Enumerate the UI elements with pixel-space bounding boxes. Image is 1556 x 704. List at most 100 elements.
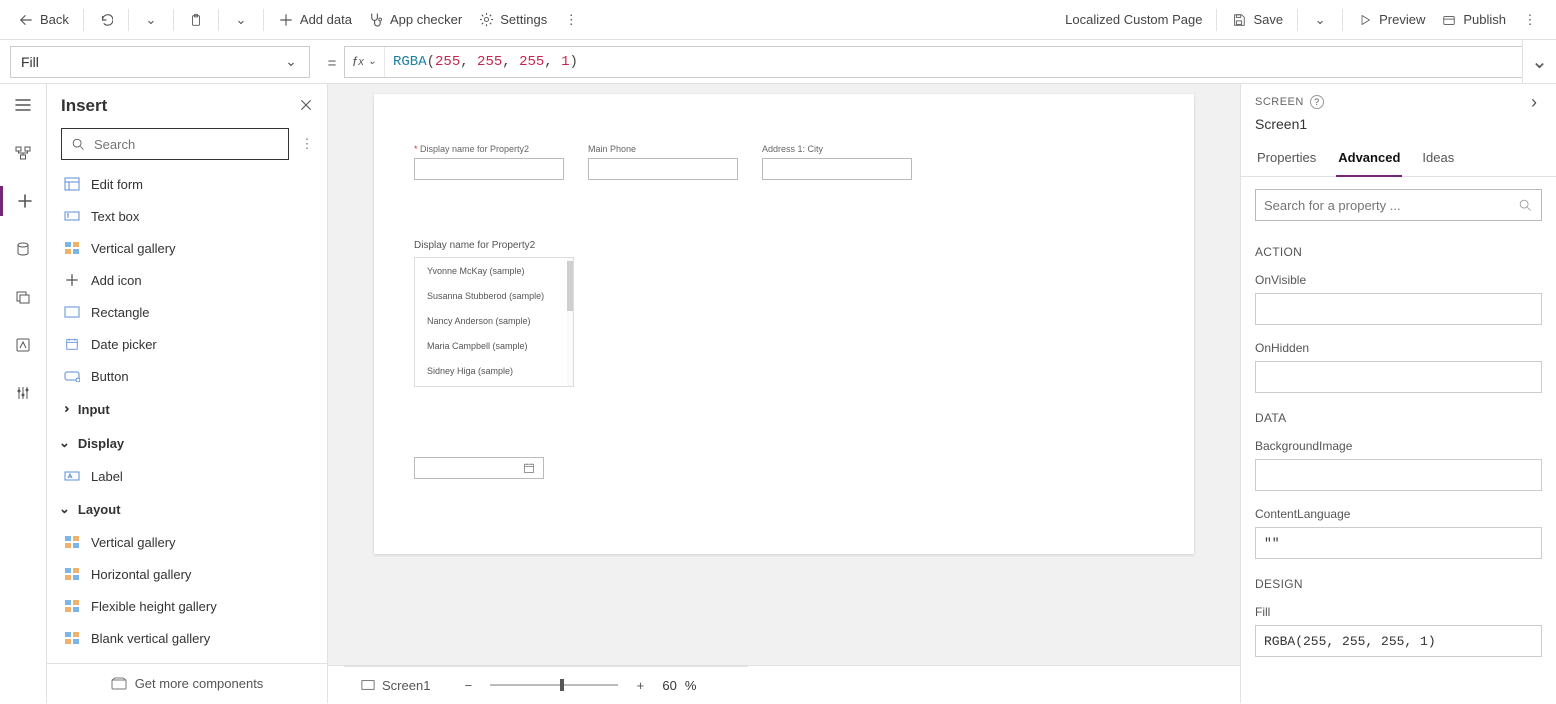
prop-bgimage-input[interactable] (1255, 459, 1542, 491)
fx-button[interactable]: fx⌄ (345, 47, 385, 77)
insert-item[interactable]: Vertical gallery (47, 526, 327, 558)
tab-advanced[interactable]: Advanced (1336, 144, 1402, 177)
insert-item[interactable]: Rectangle (47, 296, 327, 328)
rail-media[interactable] (0, 282, 46, 312)
insert-item-label: Blank horizontal gallery (91, 663, 225, 664)
property-selector[interactable]: Fill ⌄ (10, 46, 310, 78)
rail-tools[interactable] (0, 378, 46, 408)
fit-screen[interactable] (704, 673, 732, 697)
zoom-in[interactable]: + (626, 673, 654, 697)
chevron-down-icon: ⌄ (283, 54, 299, 70)
save-button[interactable]: Save (1225, 8, 1289, 32)
preview-button[interactable]: Preview (1351, 8, 1431, 32)
prop-onhidden-input[interactable] (1255, 361, 1542, 393)
rail-insert[interactable] (0, 186, 46, 216)
gallery-item[interactable]: Sidney Higa (sample) (415, 358, 573, 383)
insert-item[interactable]: Label (47, 460, 327, 492)
zoom-slider[interactable] (490, 684, 618, 686)
property-search-input[interactable] (1264, 198, 1517, 213)
insert-list[interactable]: Edit formText box Vertical gallery Add ico… (47, 168, 327, 663)
rail-hamburger[interactable] (0, 90, 46, 120)
insert-item[interactable]: Blank horizontal gallery (47, 654, 327, 663)
app-checker-button[interactable]: App checker (362, 8, 468, 32)
insert-item-label: Vertical gallery (91, 535, 176, 550)
zoom-pct: % (685, 678, 697, 693)
insert-item[interactable]: Date picker (47, 328, 327, 360)
insert-item[interactable]: Add icon (47, 264, 327, 296)
status-screen[interactable]: Screen1 (360, 677, 430, 693)
prop-onvisible-label: OnVisible (1255, 267, 1542, 293)
insert-item-label: Vertical gallery (91, 241, 176, 256)
play-icon (1357, 12, 1373, 28)
gallery-item[interactable]: Susanna Stubberod (sample) (415, 283, 573, 308)
section-data: DATA (1255, 403, 1542, 433)
insert-item[interactable]: Button (47, 360, 327, 392)
add-data-button[interactable]: Add data (272, 8, 358, 32)
canvas-screen[interactable]: * Display name for Property2Main PhoneAd… (374, 94, 1194, 554)
insert-item[interactable]: Text box (47, 200, 327, 232)
gallery-item[interactable]: Nancy Anderson (sample) (415, 308, 573, 333)
paste-dropdown[interactable]: ⌄ (227, 8, 255, 32)
insert-more-menu[interactable]: ⋮ (297, 136, 317, 152)
paste-button[interactable] (182, 8, 210, 32)
properties-panel: SCREEN ? › Screen1 Properties Advanced I… (1240, 84, 1556, 703)
field-input[interactable] (588, 158, 738, 180)
field-input[interactable] (414, 158, 564, 180)
rail-data[interactable] (0, 234, 46, 264)
tab-ideas[interactable]: Ideas (1420, 144, 1456, 176)
overflow-right[interactable]: ⋮ (1516, 8, 1544, 32)
gallery-item[interactable]: Maria Campbell (sample) (415, 333, 573, 358)
prop-fill-input[interactable]: RGBA(255, 255, 255, 1) (1255, 625, 1542, 657)
rail-variables[interactable] (0, 330, 46, 360)
publish-button[interactable]: Publish (1435, 8, 1512, 32)
property-search[interactable] (1255, 189, 1542, 221)
top-command-bar: Back ⌄ ⌄ Add data (0, 0, 1556, 40)
back-button[interactable]: Back (12, 8, 75, 32)
zoom-out[interactable]: − (454, 673, 482, 697)
gallery-icon (63, 533, 81, 551)
gallery-scrollbar-thumb[interactable] (567, 261, 573, 311)
formula-expand[interactable]: ⌄ (1522, 40, 1556, 84)
insert-item[interactable]: Edit form (47, 168, 327, 200)
insert-item[interactable]: Horizontal gallery (47, 558, 327, 590)
insert-search[interactable] (61, 128, 289, 160)
calendar-icon (521, 460, 537, 476)
insert-item-label: Button (91, 369, 129, 384)
chevron-right-icon[interactable]: › (1526, 94, 1542, 110)
undo-dropdown[interactable]: ⌄ (137, 8, 165, 32)
formula-input-wrap[interactable]: fx⌄ RGBA(255, 255, 255, 1) (344, 46, 1522, 78)
insert-item[interactable]: Blank vertical gallery (47, 622, 327, 654)
field-input[interactable] (762, 158, 912, 180)
property-name: Fill (21, 54, 39, 70)
get-more-components[interactable]: Get more components (47, 663, 327, 703)
more-vertical-icon: ⋮ (1522, 12, 1538, 28)
category-layout[interactable]: ⌄ Layout (47, 492, 327, 526)
category-display[interactable]: ⌄ Display (47, 426, 327, 460)
gallery-item[interactable]: Yvonne McKay (sample) (415, 258, 573, 283)
save-dropdown[interactable]: ⌄ (1306, 8, 1334, 32)
left-rail (0, 84, 47, 703)
undo-button[interactable] (92, 8, 120, 32)
rail-tree-view[interactable] (0, 138, 46, 168)
category-input[interactable]: ⌄ Input (47, 392, 327, 426)
overflow-menu[interactable]: ⋮ (557, 8, 585, 32)
canvas-gallery[interactable]: Yvonne McKay (sample)Susanna Stubberod (… (414, 257, 574, 387)
chevron-down-icon: ⌄ (368, 56, 376, 67)
zoom-thumb[interactable] (560, 679, 564, 691)
settings-button[interactable]: Settings (472, 8, 553, 32)
insert-item[interactable]: Vertical gallery (47, 232, 327, 264)
formula-text[interactable]: RGBA(255, 255, 255, 1) (385, 50, 1522, 74)
tab-properties[interactable]: Properties (1255, 144, 1318, 176)
insert-item[interactable]: Flexible height gallery (47, 590, 327, 622)
section-design: DESIGN (1255, 569, 1542, 599)
prop-onvisible-input[interactable] (1255, 293, 1542, 325)
prop-contentlanguage-label: ContentLanguage (1255, 501, 1542, 527)
close-panel[interactable] (299, 98, 313, 115)
info-icon[interactable]: ? (1310, 95, 1324, 109)
gallery-icon (63, 565, 81, 583)
add-data-label: Add data (300, 12, 352, 27)
settings-label: Settings (500, 12, 547, 27)
insert-search-input[interactable] (94, 137, 280, 152)
canvas-datepicker[interactable] (414, 457, 544, 479)
prop-contentlanguage-input[interactable]: "" (1255, 527, 1542, 559)
